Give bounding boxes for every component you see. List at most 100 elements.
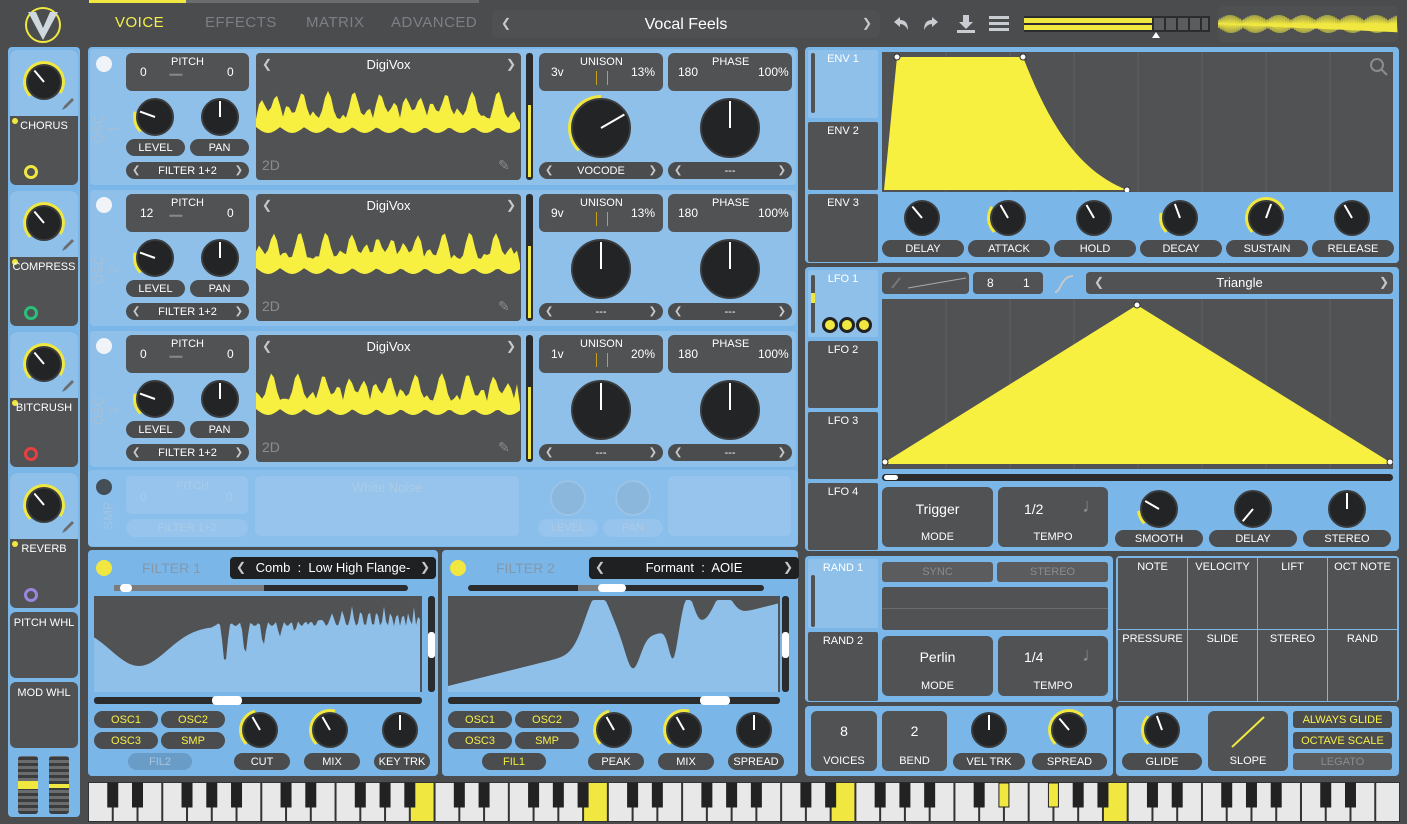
filter1-source-osc2[interactable]: OSC2 <box>161 711 225 728</box>
note-icon[interactable]: ♩ <box>1082 644 1102 667</box>
osc-power-toggle[interactable] <box>96 56 112 72</box>
lfo-delay-button[interactable]: DELAY <box>1209 530 1297 547</box>
lfo-smooth-icon[interactable] <box>1053 274 1075 294</box>
distortion-knob[interactable] <box>571 380 631 440</box>
osc-level-button[interactable]: LEVEL <box>126 139 185 156</box>
save-icon[interactable] <box>955 13 977 35</box>
filter2-mix-knob[interactable] <box>666 712 702 748</box>
osc-pan-button[interactable]: PAN <box>190 421 249 438</box>
wavetable-next-arrow[interactable]: ❯ <box>506 339 516 353</box>
osc-pan-knob[interactable] <box>201 98 239 136</box>
filter1-cutoff-slider[interactable] <box>94 696 422 705</box>
edit-pencil-icon[interactable] <box>60 237 76 253</box>
filter1-cut-button[interactable]: CUT <box>234 753 290 770</box>
lfo-delay-knob[interactable] <box>1234 490 1272 528</box>
filter2-model-selector[interactable]: ❮ Formant : AOIE ❯ <box>589 557 799 579</box>
wave-frame-slider[interactable] <box>526 194 533 321</box>
wavetable-next-arrow[interactable]: ❯ <box>506 57 516 71</box>
env-decay-button[interactable]: DECAY <box>1140 240 1222 257</box>
wavetable-display[interactable]: ❮ DigiVox ❯ 2D ✎ <box>256 335 521 462</box>
lfo-stereo-knob[interactable] <box>1328 490 1366 528</box>
slope-control[interactable]: SLOPE <box>1208 711 1288 771</box>
env-delay-button[interactable]: DELAY <box>882 240 964 257</box>
zoom-icon[interactable] <box>1370 58 1388 76</box>
mod-wheel[interactable] <box>49 756 69 814</box>
keyboard[interactable] <box>88 782 1400 822</box>
env-attack-knob[interactable] <box>990 200 1026 236</box>
osc-pan-knob[interactable] <box>201 380 239 418</box>
osc-level-button[interactable]: LEVEL <box>126 421 185 438</box>
filter1-fil-route[interactable]: FIL2 <box>128 753 192 770</box>
sample-loop-icons[interactable] <box>668 476 791 536</box>
spectral-type[interactable]: ❮ --- ❯ <box>668 444 792 461</box>
wavetable-dimension[interactable]: 2D <box>262 298 280 314</box>
osc-pitch-transpose[interactable]: 0 <box>140 65 147 79</box>
osc-pitch-tune[interactable]: 0 <box>227 206 234 220</box>
voice-spread-knob[interactable] <box>1051 712 1087 748</box>
env-hold-button[interactable]: HOLD <box>1054 240 1136 257</box>
glide-button[interactable]: GLIDE <box>1122 753 1202 770</box>
wavetable-display[interactable]: ❮ DigiVox ❯ 2D ✎ <box>256 53 521 180</box>
osc-filter-route[interactable]: ❮ FILTER 1+2 ❯ <box>126 303 249 320</box>
filter1-mix-knob[interactable] <box>312 712 348 748</box>
spectral-type[interactable]: ❮ --- ❯ <box>668 303 792 320</box>
lfo-editor[interactable] <box>881 299 1394 469</box>
rand-stereo-button[interactable]: STEREO <box>997 562 1108 582</box>
sample-power-toggle[interactable] <box>96 479 112 495</box>
phase-value[interactable]: 180 <box>678 206 698 220</box>
spectral-knob[interactable] <box>700 98 760 158</box>
preset-next-arrow[interactable]: ❯ <box>862 16 872 30</box>
distortion-knob[interactable] <box>571 239 631 299</box>
mod-source-stereo[interactable]: STEREO <box>1258 630 1327 701</box>
spectral-knob[interactable] <box>700 239 760 299</box>
wavetable-edit-icon[interactable]: ✎ <box>498 439 510 456</box>
bitcrush-knob[interactable] <box>26 346 62 382</box>
preset-selector[interactable]: ❮ Vocal Feels ❯ <box>492 10 880 38</box>
note-icon[interactable]: ♩ <box>1082 495 1102 518</box>
wavetable-edit-icon[interactable]: ✎ <box>498 157 510 174</box>
unison-voices[interactable]: 1v <box>551 347 564 361</box>
tab-advanced[interactable]: ADVANCED <box>391 14 477 31</box>
lfo-tab-2[interactable]: LFO 2 <box>808 341 878 408</box>
edit-pencil-icon[interactable] <box>60 519 76 535</box>
lfo-shape-selector[interactable]: ❮ Triangle ❯ <box>1086 272 1393 294</box>
osc-level-knob[interactable] <box>136 239 174 277</box>
filter2-mix-button[interactable]: MIX <box>658 753 714 770</box>
filter2-spread-button[interactable]: SPREAD <box>728 753 784 770</box>
glide-knob[interactable] <box>1144 712 1180 748</box>
voice-spread-button[interactable]: SPREAD <box>1032 753 1107 770</box>
lfo-mod-dot[interactable] <box>822 317 838 333</box>
filter1-source-osc3[interactable]: OSC3 <box>94 732 158 749</box>
phase-random[interactable]: 100% <box>758 206 789 220</box>
vel-trk-button[interactable]: VEL TRK <box>953 753 1025 770</box>
envelope-editor[interactable] <box>882 52 1393 194</box>
sample-waveform[interactable]: White Noise <box>255 476 519 536</box>
lfo-grid-x[interactable]: 8 <box>987 276 994 290</box>
lfo-tab-4[interactable]: LFO 4 <box>808 483 878 550</box>
osc-power-toggle[interactable] <box>96 197 112 213</box>
sample-pan-knob[interactable] <box>615 480 651 516</box>
unison-voices[interactable]: 3v <box>551 65 564 79</box>
phase-random[interactable]: 100% <box>758 347 789 361</box>
mod-source-rand[interactable]: RAND <box>1328 630 1397 701</box>
osc-level-knob[interactable] <box>136 98 174 136</box>
lfo-stereo-button[interactable]: STEREO <box>1303 530 1391 547</box>
osc-level-button[interactable]: LEVEL <box>126 280 185 297</box>
filter2-response-display[interactable] <box>448 596 780 692</box>
osc-pitch-tune[interactable]: 0 <box>227 347 234 361</box>
sample-pitch-transpose[interactable]: 0 <box>140 490 147 504</box>
filter1-output-slider[interactable] <box>428 596 435 692</box>
filter2-output-slider[interactable] <box>782 596 789 692</box>
wavetable-edit-icon[interactable]: ✎ <box>498 298 510 315</box>
filter2-source-osc1[interactable]: OSC1 <box>448 711 512 728</box>
osc-pitch-transpose[interactable]: 12 <box>140 206 153 220</box>
wave-frame-slider[interactable] <box>526 335 533 462</box>
mod-source-lift[interactable]: LIFT <box>1258 558 1327 629</box>
compress-knob[interactable] <box>26 205 62 241</box>
wavetable-next-arrow[interactable]: ❯ <box>506 198 516 212</box>
wave-frame-slider[interactable] <box>526 53 533 180</box>
mod-source-note[interactable]: NOTE <box>1118 558 1187 629</box>
mod-source-slide[interactable]: SLIDE <box>1188 630 1257 701</box>
spectral-type[interactable]: ❮ --- ❯ <box>668 162 792 179</box>
legato-button[interactable]: LEGATO <box>1293 753 1392 770</box>
